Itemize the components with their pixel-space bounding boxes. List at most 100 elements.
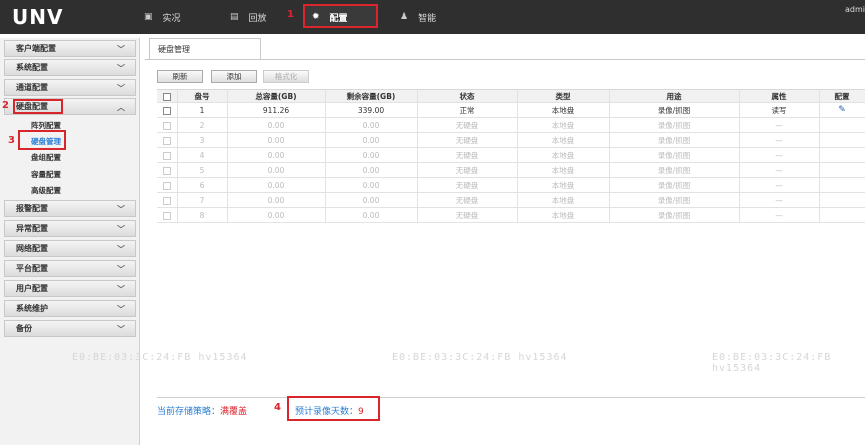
cell-total: 0.00 bbox=[227, 132, 326, 148]
col-header-attr: 属性 bbox=[739, 89, 820, 103]
monitor-icon: ▣ bbox=[144, 12, 153, 22]
cell-usage: 录像/抓图 bbox=[609, 162, 740, 178]
nav-live[interactable]: ▣ 实况 bbox=[144, 0, 181, 34]
cell-free: 0.00 bbox=[325, 192, 418, 208]
row-checkbox[interactable] bbox=[162, 211, 171, 220]
chevron-down-icon: ﹀ bbox=[117, 325, 125, 334]
sidebar-item-label: 客户端配置 bbox=[16, 44, 56, 53]
sidebar-sub-disk-group[interactable]: 盘组配置 bbox=[31, 152, 61, 163]
chevron-down-icon: ﹀ bbox=[117, 205, 125, 214]
cell-usage: 录像/抓图 bbox=[609, 117, 740, 133]
watermark-center: E0:BE:03:3C:24:FB hv15364 bbox=[392, 352, 568, 363]
disk-table: 盘号 总容量(GB) 剩余容量(GB) 状态 类型 用途 属性 配置 1 911… bbox=[157, 89, 865, 223]
annotation-4: 4 bbox=[274, 402, 281, 413]
table-header: 盘号 总容量(GB) 剩余容量(GB) 状态 类型 用途 属性 配置 bbox=[157, 89, 865, 103]
unv-logo: UNV bbox=[12, 5, 64, 29]
sidebar-item-label: 报警配置 bbox=[16, 204, 48, 213]
cell-usage: 录像/抓图 bbox=[609, 147, 740, 163]
col-header-total: 总容量(GB) bbox=[227, 89, 326, 103]
cell-status: 无硬盘 bbox=[417, 162, 518, 178]
pencil-icon[interactable]: ✎ bbox=[838, 105, 846, 115]
cell-attr: — bbox=[739, 192, 820, 208]
select-all-checkbox[interactable] bbox=[162, 92, 171, 101]
sidebar-item-user[interactable]: 用户配置 ﹀ bbox=[4, 280, 136, 297]
table-row[interactable]: 4 0.00 0.00 无硬盘 本地盘 录像/抓图 — bbox=[157, 147, 865, 163]
storage-policy-label: 当前存储策略： bbox=[157, 407, 221, 417]
col-header-config: 配置 bbox=[819, 89, 865, 103]
cell-total: 0.00 bbox=[227, 117, 326, 133]
sidebar-item-platform[interactable]: 平台配置 ﹀ bbox=[4, 260, 136, 277]
cell-status: 正常 bbox=[417, 102, 518, 118]
cell-status: 无硬盘 bbox=[417, 207, 518, 223]
format-button[interactable]: 格式化 bbox=[263, 70, 309, 83]
cell-free: 0.00 bbox=[325, 147, 418, 163]
cell-type: 本地盘 bbox=[517, 147, 610, 163]
nav-smart[interactable]: ♟ 智能 bbox=[400, 0, 436, 34]
sidebar-item-backup[interactable]: 备份 ﹀ bbox=[4, 320, 136, 337]
nav-config[interactable]: ✹ 配置 bbox=[312, 0, 348, 34]
sidebar-item-channel[interactable]: 通道配置 ﹀ bbox=[4, 79, 136, 96]
tab-disk-management[interactable]: 硬盘管理 bbox=[149, 38, 261, 59]
table-row[interactable]: 1 911.26 339.00 正常 本地盘 录像/抓图 读写 ✎ bbox=[157, 102, 865, 118]
cell-attr: — bbox=[739, 162, 820, 178]
sidebar-item-alarm[interactable]: 报警配置 ﹀ bbox=[4, 200, 136, 217]
cell-usage: 录像/抓图 bbox=[609, 177, 740, 193]
cell-config bbox=[819, 147, 865, 163]
nav-playback-label: 回放 bbox=[248, 13, 267, 24]
select-all-cell[interactable] bbox=[157, 89, 178, 103]
cell-attr: — bbox=[739, 177, 820, 193]
cell-type: 本地盘 bbox=[517, 207, 610, 223]
row-checkbox[interactable] bbox=[162, 181, 171, 190]
add-button[interactable]: 添加 bbox=[211, 70, 257, 83]
nav-config-label: 配置 bbox=[329, 13, 348, 24]
sidebar-item-exception[interactable]: 异常配置 ﹀ bbox=[4, 220, 136, 237]
cell-total: 0.00 bbox=[227, 162, 326, 178]
refresh-button[interactable]: 刷新 bbox=[157, 70, 203, 83]
cell-status: 无硬盘 bbox=[417, 117, 518, 133]
chevron-down-icon: ﹀ bbox=[117, 265, 125, 274]
table-row[interactable]: 3 0.00 0.00 无硬盘 本地盘 录像/抓图 — bbox=[157, 132, 865, 148]
nav-smart-label: 智能 bbox=[418, 13, 437, 24]
cell-id: 8 bbox=[177, 207, 228, 223]
sidebar-item-system[interactable]: 系统配置 ﹀ bbox=[4, 59, 136, 76]
sidebar-sub-capacity[interactable]: 容量配置 bbox=[31, 169, 61, 180]
cell-total: 0.00 bbox=[227, 177, 326, 193]
chevron-down-icon: ﹀ bbox=[117, 64, 125, 73]
row-checkbox[interactable] bbox=[162, 151, 171, 160]
sidebar-item-client[interactable]: 客户端配置 ﹀ bbox=[4, 40, 136, 57]
sidebar-sub-disk-management[interactable]: 硬盘管理 bbox=[31, 136, 61, 147]
sidebar-sub-advanced[interactable]: 高级配置 bbox=[31, 185, 61, 196]
cell-config bbox=[819, 132, 865, 148]
sidebar-item-network[interactable]: 网络配置 ﹀ bbox=[4, 240, 136, 257]
cell-free: 0.00 bbox=[325, 162, 418, 178]
row-checkbox[interactable] bbox=[162, 136, 171, 145]
sidebar-item-maintenance[interactable]: 系统维护 ﹀ bbox=[4, 300, 136, 317]
disk-config-highlight bbox=[13, 99, 63, 114]
sidebar-item-label: 备份 bbox=[16, 324, 32, 333]
cell-config[interactable]: ✎ bbox=[819, 102, 865, 118]
cell-attr: — bbox=[739, 207, 820, 223]
cell-config bbox=[819, 162, 865, 178]
cell-id: 3 bbox=[177, 132, 228, 148]
table-row[interactable]: 6 0.00 0.00 无硬盘 本地盘 录像/抓图 — bbox=[157, 177, 865, 193]
sidebar-item-disk[interactable]: 硬盘配置 ︿ bbox=[4, 98, 136, 115]
sidebar-item-label: 网络配置 bbox=[16, 244, 48, 253]
chevron-down-icon: ﹀ bbox=[117, 45, 125, 54]
table-row[interactable]: 2 0.00 0.00 无硬盘 本地盘 录像/抓图 — bbox=[157, 117, 865, 133]
cell-status: 无硬盘 bbox=[417, 132, 518, 148]
gear-icon: ✹ bbox=[312, 12, 320, 22]
row-checkbox[interactable] bbox=[162, 196, 171, 205]
nav-playback[interactable]: ▤ 回放 bbox=[230, 0, 267, 34]
row-checkbox[interactable] bbox=[162, 166, 171, 175]
table-row[interactable]: 5 0.00 0.00 无硬盘 本地盘 录像/抓图 — bbox=[157, 162, 865, 178]
row-checkbox[interactable] bbox=[162, 121, 171, 130]
cell-status: 无硬盘 bbox=[417, 192, 518, 208]
row-checkbox[interactable] bbox=[162, 106, 171, 115]
table-row[interactable]: 8 0.00 0.00 无硬盘 本地盘 录像/抓图 — bbox=[157, 207, 865, 223]
table-row[interactable]: 7 0.00 0.00 无硬盘 本地盘 录像/抓图 — bbox=[157, 192, 865, 208]
cell-type: 本地盘 bbox=[517, 192, 610, 208]
chevron-up-icon: ︿ bbox=[117, 103, 125, 112]
cell-config bbox=[819, 207, 865, 223]
col-header-status: 状态 bbox=[417, 89, 518, 103]
user-name[interactable]: admi bbox=[845, 5, 865, 14]
